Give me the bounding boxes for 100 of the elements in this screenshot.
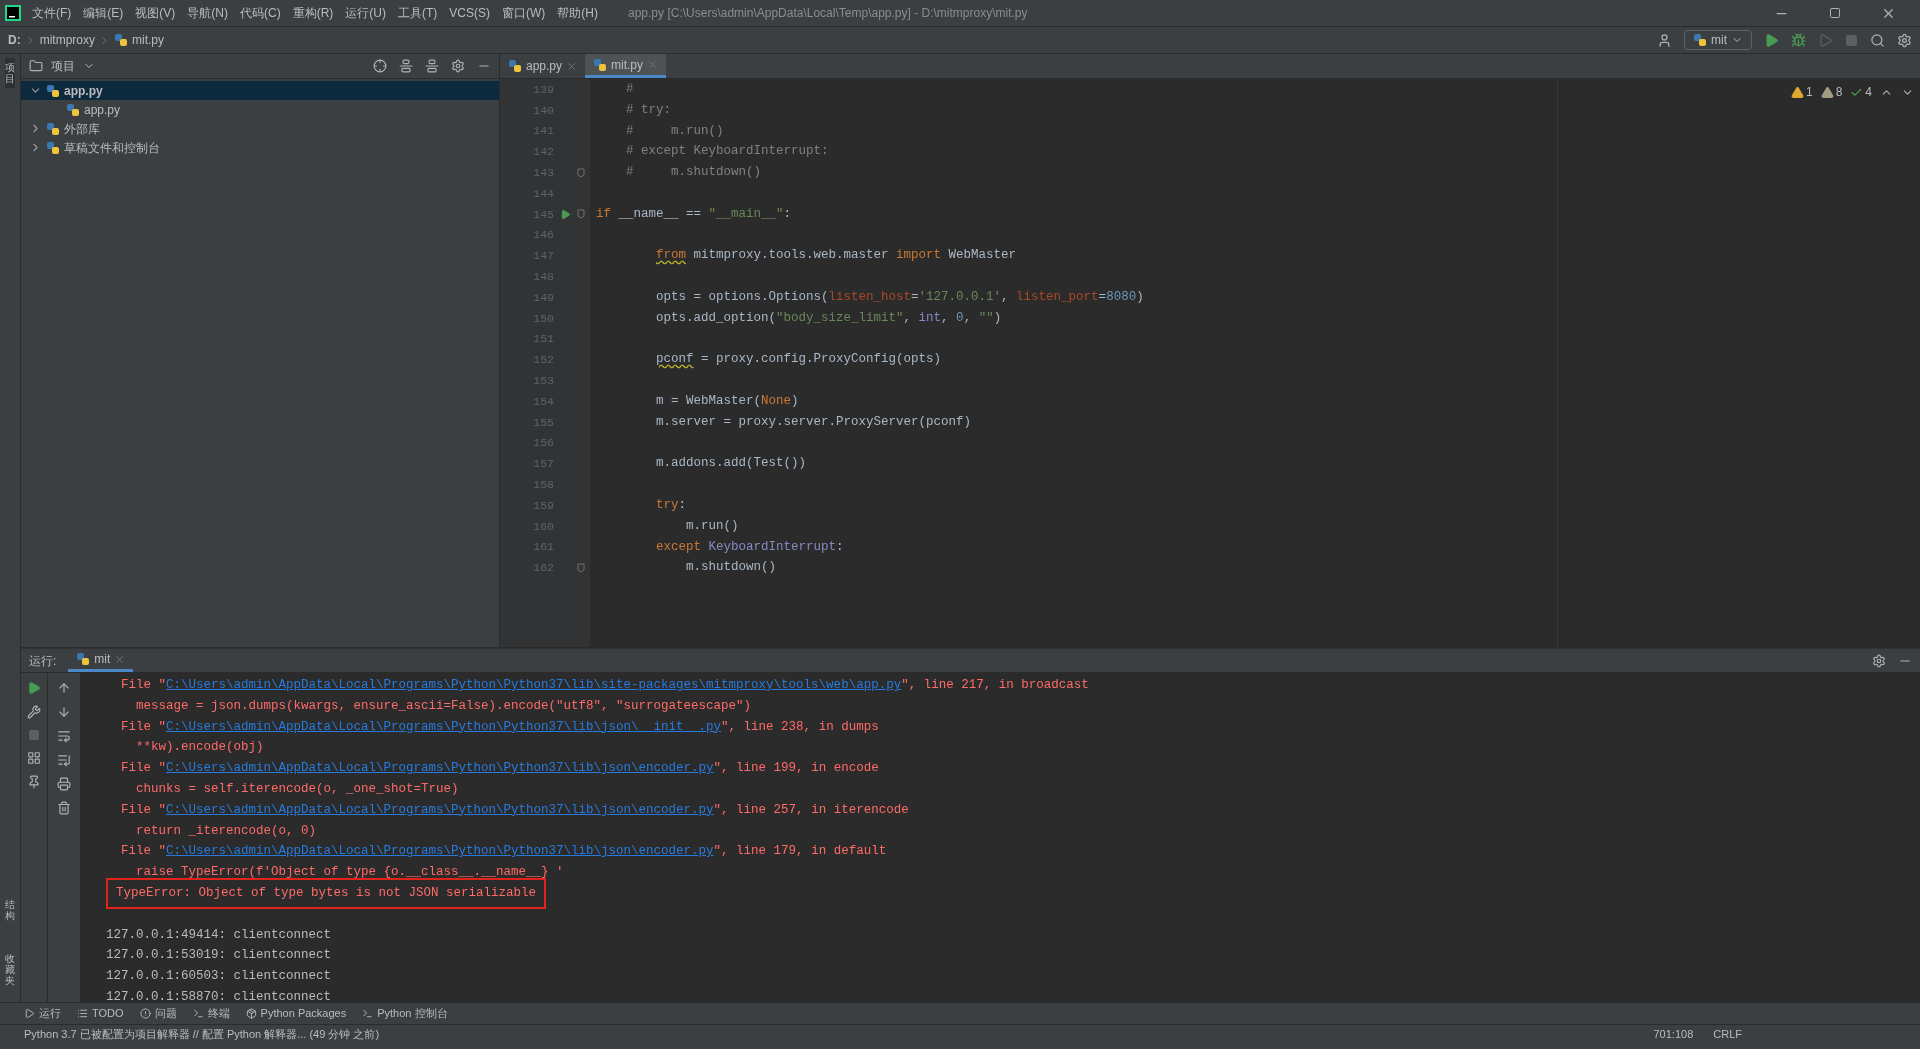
debug-icon[interactable] xyxy=(1791,32,1806,48)
menu-item[interactable]: 工具(T) xyxy=(392,4,444,22)
down-arrow-icon[interactable] xyxy=(57,705,71,719)
tool-window-tab[interactable]: 问题 xyxy=(154,1005,177,1022)
tree-item[interactable]: 外部库 xyxy=(21,119,499,138)
console-line: 127.0.0.1:60503: clientconnect xyxy=(106,968,332,986)
python-file-icon xyxy=(1693,33,1707,47)
menu-item[interactable]: 编辑(E) xyxy=(77,4,130,22)
error-message: TypeError: Object of type bytes is not JSON serializable xyxy=(106,878,547,909)
cursor-position[interactable]: 701:108 xyxy=(1653,1026,1694,1043)
editor-tab[interactable]: app.py xyxy=(500,54,586,78)
console-line: message = json.dumps(kwargs, ensure_ascii=False).encode("utf8", "surrogateescape") xyxy=(136,697,752,715)
menu-item[interactable]: 导航(N) xyxy=(181,4,234,22)
status-message: Python 3.7 已被配置为项目解释器 // 配置 Python 解释器... (49 分钟 之前) xyxy=(24,1027,380,1043)
pin-icon[interactable] xyxy=(27,775,41,789)
breadcrumb-item[interactable]: mit.py xyxy=(132,31,165,49)
side-tool-tab[interactable]: 收藏夹 xyxy=(5,949,15,990)
tool-window-tab[interactable]: 终端 xyxy=(207,1005,230,1022)
soft-wrap-icon[interactable] xyxy=(57,729,71,743)
file-link[interactable]: C:\Users\admin\AppData\Local\Programs\Python\Python37\lib\site-packages\mitmproxy\tools\web\app.py xyxy=(166,678,902,692)
menu-item[interactable]: VCS(S) xyxy=(443,4,496,22)
collapse-all-icon[interactable] xyxy=(425,59,439,73)
user-icon[interactable] xyxy=(1657,32,1672,48)
file-link[interactable]: C:\Users\admin\AppData\Local\Programs\Python\Python37\lib\json\__init__.py xyxy=(166,719,722,734)
settings-icon[interactable] xyxy=(1872,653,1886,668)
code-line: from mitmproxy.tools.web.master import WebMaster xyxy=(656,247,1017,265)
fold-marker-icon[interactable] xyxy=(577,167,585,178)
close-icon[interactable] xyxy=(566,60,578,72)
tool-window-tab[interactable]: Python Packages xyxy=(260,1005,347,1022)
window-title: app.py [C:\Users\admin\AppData\Local\Temp\app.py] - D:\mitmproxy\mit.py xyxy=(628,5,1028,22)
locate-icon[interactable] xyxy=(373,59,387,73)
code-line: # except KeyboardInterrupt: xyxy=(626,143,829,161)
fold-marker-icon[interactable] xyxy=(577,562,585,573)
restore-icon[interactable] xyxy=(1829,7,1841,19)
terminal-icon[interactable] xyxy=(362,1008,374,1019)
inspection-counter[interactable]: 4 xyxy=(1850,83,1872,101)
console-line: File "C:\Users\admin\AppData\Local\Programs\Python\Python37\lib\json\encoder.py", line 257, in iterencode xyxy=(121,801,909,819)
file-link[interactable]: C:\Users\admin\AppData\Local\Programs\Python\Python37\lib\json\encoder.py xyxy=(166,761,714,776)
breadcrumb-item[interactable]: mitmproxy xyxy=(39,31,95,49)
inspection-counter[interactable]: 8 xyxy=(1820,83,1843,101)
up-arrow-icon[interactable] xyxy=(57,681,71,695)
menu-item[interactable]: 运行(U) xyxy=(339,4,392,22)
trash-icon[interactable] xyxy=(57,801,71,815)
layout-icon[interactable] xyxy=(27,751,41,765)
side-tool-tab[interactable]: 项目 xyxy=(5,58,15,88)
list-icon[interactable] xyxy=(77,1008,88,1019)
inspection-counter[interactable]: 1 xyxy=(1790,83,1813,101)
console-line: 127.0.0.1:58870: clientconnect xyxy=(106,988,332,1002)
tool-window-tab[interactable]: 运行 xyxy=(39,1005,61,1022)
code-line: try: xyxy=(656,496,687,514)
settings-icon[interactable] xyxy=(451,59,465,73)
menu-item[interactable]: 帮助(H) xyxy=(551,4,604,22)
package-icon[interactable] xyxy=(245,1008,257,1019)
python-file-icon xyxy=(76,652,91,666)
tool-window-tab[interactable]: Python 控制台 xyxy=(377,1005,448,1022)
rerun-icon[interactable] xyxy=(27,681,41,695)
code-line: except KeyboardInterrupt: xyxy=(656,538,844,556)
tree-item[interactable]: 草稿文件和控制台 xyxy=(21,138,499,157)
fold-marker-icon[interactable] xyxy=(577,209,585,220)
settings-icon[interactable] xyxy=(1897,32,1912,48)
code-line: opts = options.Options(listen_host='127.0.0.1', listen_port=8080) xyxy=(656,289,1144,306)
app-logo-icon xyxy=(5,5,21,21)
python-file-icon xyxy=(46,121,60,136)
code-line: m.server = proxy.server.ProxyServer(pconf) xyxy=(656,413,972,431)
expand-all-icon[interactable] xyxy=(399,59,413,73)
panel-title[interactable]: 项目 xyxy=(51,57,75,75)
run-gutter-icon[interactable] xyxy=(559,208,571,220)
code-line: m.run() xyxy=(686,517,739,535)
tool-window-tab[interactable]: TODO xyxy=(92,1005,124,1022)
file-link[interactable]: C:\Users\admin\AppData\Local\Programs\Python\Python37\lib\json\encoder.py xyxy=(166,844,714,859)
console-line: File "C:\Users\admin\AppData\Local\Programs\Python\Python37\lib\json\__init__.py", line 238, in dumps xyxy=(121,718,879,736)
search-icon[interactable] xyxy=(1870,32,1885,48)
menu-item[interactable]: 文件(F) xyxy=(26,4,78,22)
scroll-to-end-icon[interactable] xyxy=(57,753,71,767)
file-link[interactable]: C:\Users\admin\AppData\Local\Programs\Python\Python37\lib\json\encoder.py xyxy=(166,802,714,817)
editor-tab[interactable]: mit.py xyxy=(585,54,667,78)
code-line: m.shutdown() xyxy=(686,559,776,577)
wrench-icon[interactable] xyxy=(27,705,41,719)
menu-item[interactable]: 窗口(W) xyxy=(496,4,552,22)
menu-item[interactable]: 代码(C) xyxy=(234,4,287,22)
code-line: m.addons.add(Test()) xyxy=(656,455,807,473)
run-icon[interactable] xyxy=(1764,32,1779,48)
console-line: 127.0.0.1:53019: clientconnect xyxy=(106,947,332,965)
run-configuration-dropdown[interactable]: mit xyxy=(1684,30,1752,50)
alert-icon[interactable] xyxy=(139,1008,151,1019)
tree-item[interactable]: app.py xyxy=(21,100,499,119)
code-line: # m.run() xyxy=(626,122,724,140)
line-ending[interactable]: CRLF xyxy=(1713,1026,1742,1043)
play-icon[interactable] xyxy=(24,1008,35,1019)
terminal-icon[interactable] xyxy=(192,1008,204,1019)
print-icon[interactable] xyxy=(57,777,71,791)
close-icon[interactable] xyxy=(114,653,126,665)
console-line: chunks = self.iterencode(o, _one_shot=True) xyxy=(136,781,459,798)
menu-item[interactable]: 视图(V) xyxy=(129,4,182,22)
breadcrumb-item[interactable]: D: xyxy=(8,31,21,49)
side-tool-tab[interactable]: 结构 xyxy=(5,895,15,925)
console-line: File "C:\Users\admin\AppData\Local\Programs\Python\Python37\lib\json\encoder.py", line 179, in default xyxy=(121,843,887,861)
tree-item[interactable]: app.py xyxy=(21,81,499,100)
menu-item[interactable]: 重构(R) xyxy=(286,4,340,22)
weak-warning-icon xyxy=(1820,85,1834,99)
